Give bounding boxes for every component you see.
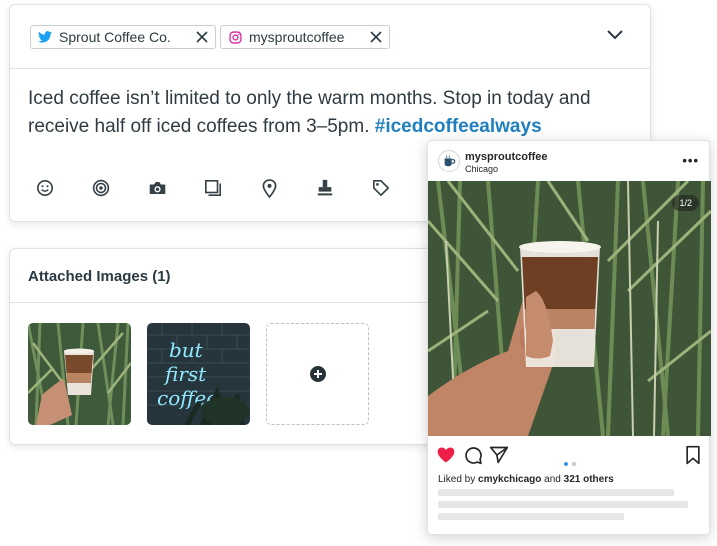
profile-chip-label: Sprout Coffee Co. bbox=[59, 29, 171, 45]
emoji-icon[interactable] bbox=[34, 177, 56, 199]
camera-icon[interactable] bbox=[146, 177, 168, 199]
bookmark-icon[interactable] bbox=[683, 445, 703, 465]
remove-profile-icon[interactable] bbox=[369, 30, 383, 44]
attached-images-title: Attached Images (1) bbox=[28, 268, 171, 285]
more-options-icon[interactable]: ••• bbox=[682, 153, 699, 168]
carousel-dot-active bbox=[564, 462, 568, 466]
image-counter-badge: 1/2 bbox=[672, 195, 699, 211]
avatar[interactable] bbox=[438, 150, 460, 172]
ig-liked-by: Liked by cmykchicago and 321 others bbox=[438, 474, 614, 485]
chevron-down-icon[interactable] bbox=[606, 29, 624, 41]
ig-location[interactable]: Chicago bbox=[465, 164, 498, 174]
share-icon[interactable] bbox=[489, 445, 509, 465]
heart-icon[interactable] bbox=[436, 445, 456, 465]
ig-action-bar bbox=[428, 441, 709, 466]
profile-selector: Sprout Coffee Co. mysproutcoffee bbox=[10, 5, 650, 69]
attached-image-iced-coffee[interactable] bbox=[28, 323, 131, 425]
carousel-dot bbox=[572, 462, 576, 466]
twitter-icon bbox=[37, 29, 53, 45]
tag-icon[interactable] bbox=[370, 177, 392, 199]
caption-placeholder-line bbox=[438, 501, 688, 508]
ig-post-image: 1/2 bbox=[428, 181, 711, 436]
remove-profile-icon[interactable] bbox=[195, 30, 209, 44]
liked-by-others-link[interactable]: 321 others bbox=[564, 474, 614, 485]
ig-username[interactable]: mysproutcoffee bbox=[465, 151, 548, 163]
profile-chip-twitter[interactable]: Sprout Coffee Co. bbox=[30, 25, 216, 49]
instagram-icon bbox=[227, 29, 243, 45]
caption-placeholder-line bbox=[438, 513, 624, 520]
instagram-post-preview: mysproutcoffee Chicago ••• 1/2 Liked by … bbox=[427, 140, 711, 535]
ig-post-header: mysproutcoffee Chicago ••• bbox=[428, 141, 709, 181]
location-icon[interactable] bbox=[258, 177, 280, 199]
neon-sign-line-2: first bbox=[163, 362, 207, 386]
hashtag-link[interactable]: #icedcoffeealways bbox=[375, 116, 542, 137]
coffee-cup-icon bbox=[444, 155, 456, 167]
gallery-icon[interactable] bbox=[202, 177, 224, 199]
carousel-indicator bbox=[562, 453, 578, 471]
plus-circle-icon bbox=[309, 366, 326, 382]
add-image-button[interactable] bbox=[266, 323, 369, 425]
liked-by-user-link[interactable]: cmykchicago bbox=[478, 474, 541, 485]
profile-chip-label: mysproutcoffee bbox=[249, 29, 345, 45]
comment-icon[interactable] bbox=[463, 445, 483, 465]
stamp-icon[interactable] bbox=[314, 177, 336, 199]
target-icon[interactable] bbox=[90, 177, 112, 199]
profile-chip-instagram[interactable]: mysproutcoffee bbox=[220, 25, 390, 49]
caption-placeholder-line bbox=[438, 489, 674, 496]
message-textarea[interactable]: Iced coffee isn’t limited to only the wa… bbox=[28, 85, 638, 141]
neon-sign-line-1: but bbox=[169, 338, 204, 362]
attached-image-neon-sign[interactable]: but first coffee bbox=[147, 323, 250, 425]
